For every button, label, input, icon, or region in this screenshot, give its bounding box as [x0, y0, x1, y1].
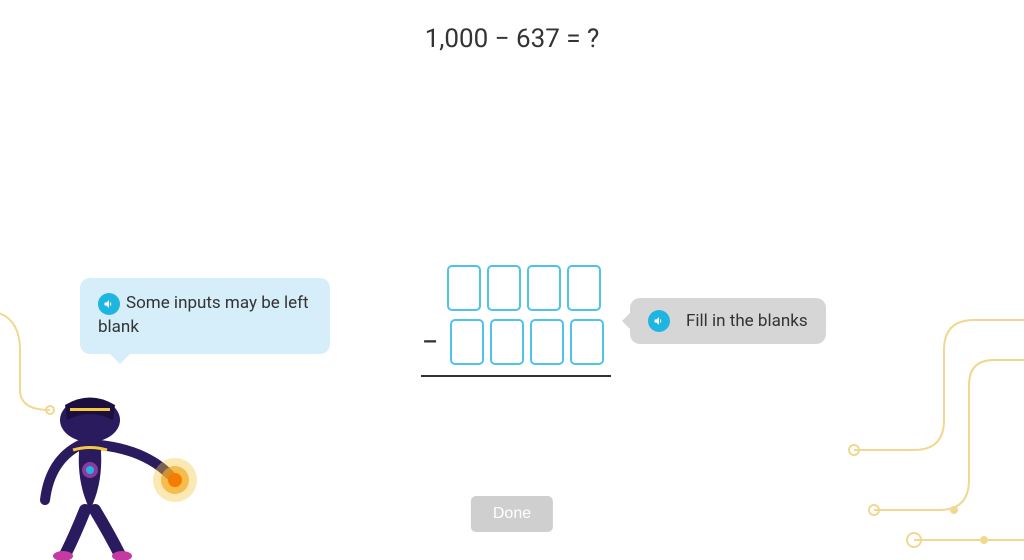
- minuend-digit-1[interactable]: [447, 265, 481, 311]
- subtrahend-digit-2[interactable]: [490, 319, 524, 365]
- hint-left-text: Some inputs may be left blank: [98, 293, 309, 337]
- minuend-digit-4[interactable]: [567, 265, 601, 311]
- minuend-digit-3[interactable]: [527, 265, 561, 311]
- minus-sign: –: [420, 328, 440, 356]
- equals-line: [421, 375, 611, 377]
- hint-tooltip-right: Fill in the blanks: [630, 298, 826, 344]
- minuend-digit-2[interactable]: [487, 265, 521, 311]
- robot-mascot: [15, 350, 215, 560]
- hint-right-text: Fill in the blanks: [686, 311, 808, 331]
- speaker-icon[interactable]: [648, 310, 670, 332]
- hint-tooltip-left: Some inputs may be left blank: [80, 278, 330, 354]
- subtrahend-digit-3[interactable]: [530, 319, 564, 365]
- circuit-decoration-right: [824, 300, 1024, 560]
- speaker-icon[interactable]: [98, 293, 120, 315]
- question-text: 1,000 − 637 = ?: [0, 0, 1024, 54]
- minuend-row: [423, 265, 601, 311]
- subtrahend-digit-1[interactable]: [450, 319, 484, 365]
- subtraction-workspace: –: [413, 265, 611, 377]
- done-button[interactable]: Done: [471, 496, 553, 532]
- subtrahend-row: –: [420, 319, 604, 365]
- subtrahend-digit-4[interactable]: [570, 319, 604, 365]
